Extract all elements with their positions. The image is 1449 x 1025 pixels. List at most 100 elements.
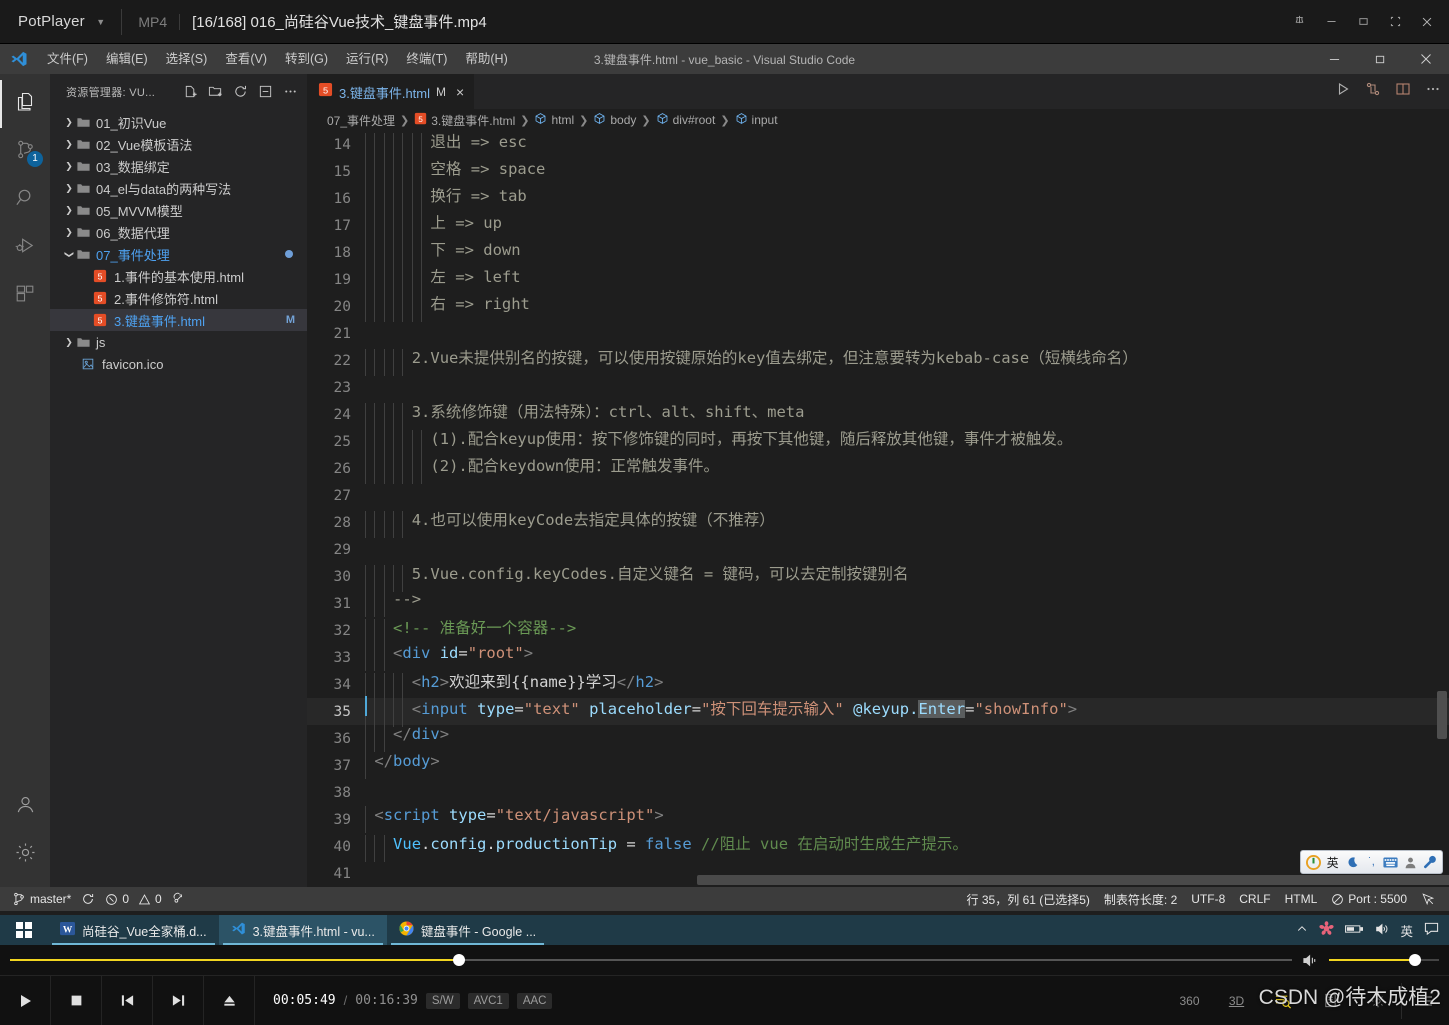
activitybar-item-search[interactable] <box>0 176 50 224</box>
menu-terminal[interactable]: 终端(T) <box>397 44 456 74</box>
new-file-icon[interactable] <box>179 81 201 103</box>
breadcrumb-item-div-root[interactable]: div#root <box>656 112 715 128</box>
status-eol[interactable]: CRLF <box>1239 892 1270 906</box>
code-line[interactable]: 15 空格 => space <box>307 158 1449 187</box>
code-line[interactable]: 14 退出 => esc <box>307 131 1449 160</box>
moon-icon[interactable] <box>1344 853 1360 871</box>
code-line[interactable]: 31 --> <box>307 590 1449 617</box>
tree-file-3-selected[interactable]: 5 3.键盘事件.html M <box>50 309 307 331</box>
status-git-branch[interactable]: master* <box>12 892 71 906</box>
editor-hscrollbar[interactable] <box>637 875 1449 887</box>
tree-folder-02[interactable]: ❯ 02_Vue模板语法 <box>50 133 307 155</box>
keyboard-icon[interactable] <box>1383 853 1399 871</box>
code-line[interactable]: 38 <box>307 779 1449 806</box>
chip-decoder[interactable]: S/W <box>425 992 460 1009</box>
menu-file[interactable]: 文件(F) <box>38 44 97 74</box>
stop-icon[interactable] <box>51 975 102 1025</box>
next-icon[interactable] <box>153 975 204 1025</box>
volume-slider[interactable] <box>1329 945 1439 975</box>
activitybar-item-extensions[interactable] <box>0 272 50 320</box>
chevron-up-icon[interactable] <box>1296 923 1308 938</box>
volume-handle[interactable] <box>1408 954 1421 966</box>
minimize-icon[interactable] <box>1311 44 1357 74</box>
menu-go[interactable]: 转到(G) <box>276 44 337 74</box>
tree-file-1[interactable]: 5 1.事件的基本使用.html <box>50 265 307 287</box>
close-icon[interactable] <box>1411 0 1443 44</box>
menu-run[interactable]: 运行(R) <box>337 44 397 74</box>
action-center-icon[interactable] <box>1424 921 1439 939</box>
status-live-server-port[interactable]: Port : 5500 <box>1331 892 1407 906</box>
minimize-icon[interactable] <box>1315 0 1347 44</box>
code-line[interactable]: 30 5.Vue.config.keyCodes.自定义键名 = 键码，可以去定… <box>307 563 1449 592</box>
scrollbar-thumb[interactable] <box>1437 691 1447 739</box>
code-line[interactable]: 23 <box>307 374 1449 401</box>
breadcrumb-item-body[interactable]: body <box>593 112 636 128</box>
windows-start-icon[interactable] <box>0 915 48 945</box>
activitybar-item-accounts[interactable] <box>0 783 50 831</box>
code-line[interactable]: 29 <box>307 536 1449 563</box>
code-line[interactable]: 21 <box>307 320 1449 347</box>
chevron-down-icon[interactable]: ▼ <box>96 17 105 27</box>
code-line[interactable]: 39 <script type="text/javascript"> <box>307 806 1449 833</box>
playlist-search-icon[interactable] <box>1260 976 1307 1025</box>
editor-scrollbar[interactable] <box>1435 131 1449 887</box>
activitybar-item-source-control[interactable]: 1 <box>0 128 50 176</box>
split-editor-icon[interactable] <box>1395 81 1411 102</box>
status-ports[interactable] <box>172 892 186 906</box>
code-line[interactable]: 18 下 => down <box>307 239 1449 268</box>
ime-language-indicator[interactable]: 英 <box>1400 921 1413 940</box>
hscrollbar-thumb[interactable] <box>697 875 1449 885</box>
more-actions-icon[interactable] <box>279 81 301 103</box>
code-lines[interactable]: 14 退出 => esc 15 空格 => space 16 换行 => tab 17… <box>307 131 1449 887</box>
restore-icon[interactable] <box>1357 44 1403 74</box>
code-line[interactable]: 36 </div> <box>307 725 1449 752</box>
ime-toolbar[interactable]: 英 ˙, <box>1300 850 1443 874</box>
status-cursor-position[interactable]: 行 35，列 61 (已选择5) <box>967 891 1090 908</box>
seek-slider[interactable] <box>10 945 1292 975</box>
close-icon[interactable] <box>1403 44 1449 74</box>
3d-button[interactable]: 3D <box>1213 976 1260 1025</box>
tree-folder-04[interactable]: ❯ 04_el与data的两种写法 <box>50 177 307 199</box>
fullscreen-icon[interactable] <box>1379 0 1411 44</box>
volume-icon[interactable] <box>1302 953 1319 968</box>
code-line[interactable]: 19 左 => left <box>307 266 1449 295</box>
tools-icon[interactable] <box>1422 853 1438 871</box>
close-icon[interactable]: × <box>456 84 464 100</box>
vr360-button[interactable]: 360 <box>1166 976 1213 1025</box>
code-line[interactable]: 24 3.系统修饰键（用法特殊）：ctrl、alt、shift、meta <box>307 401 1449 430</box>
previous-icon[interactable] <box>102 975 153 1025</box>
status-language-mode[interactable]: HTML <box>1285 892 1318 906</box>
menu-selection[interactable]: 选择(S) <box>157 44 217 74</box>
tab-keyboard-events-html[interactable]: 5 3.键盘事件.html M × <box>307 74 475 109</box>
tree-file-2[interactable]: 5 2.事件修饰符.html <box>50 287 307 309</box>
code-line[interactable]: 33 <div id="root"> <box>307 644 1449 671</box>
collapse-all-icon[interactable] <box>254 81 276 103</box>
code-line[interactable]: 35 <input type="text" placeholder="按下回车提… <box>307 695 1449 727</box>
battery-icon[interactable] <box>1345 923 1364 938</box>
potplayer-logo[interactable]: PotPlayer ▼ <box>0 13 105 30</box>
more-menu-icon[interactable] <box>1402 976 1449 1025</box>
punctuation-icon[interactable]: ˙, <box>1363 853 1379 871</box>
tree-folder-01[interactable]: ❯ 01_初识Vue <box>50 111 307 133</box>
code-line[interactable]: 17 上 => up <box>307 212 1449 241</box>
code-line[interactable]: 27 <box>307 482 1449 509</box>
breadcrumb-item-file[interactable]: 5 3.键盘事件.html <box>414 112 515 129</box>
menu-view[interactable]: 查看(V) <box>216 44 276 74</box>
eject-icon[interactable] <box>204 975 255 1025</box>
chip-audio-codec[interactable]: AAC <box>516 992 553 1009</box>
taskbar-item-chrome[interactable]: 键盘事件 - Google ... <box>387 915 548 945</box>
tree-folder-js[interactable]: ❯ js <box>50 331 307 353</box>
status-tab-size[interactable]: 制表符长度: 2 <box>1104 891 1177 908</box>
playlist-icon[interactable] <box>1307 976 1354 1025</box>
menu-help[interactable]: 帮助(H) <box>456 44 516 74</box>
user-icon[interactable] <box>1402 853 1418 871</box>
sogou-logo-icon[interactable] <box>1305 853 1321 871</box>
breadcrumb-item-input[interactable]: input <box>735 112 778 128</box>
tree-file-favicon[interactable]: favicon.ico <box>50 353 307 375</box>
status-feedback[interactable] <box>1421 892 1435 906</box>
code-line[interactable]: 34 <h2>欢迎来到{{name}}学习</h2> <box>307 671 1449 700</box>
menu-edit[interactable]: 编辑(E) <box>97 44 157 74</box>
pin-icon[interactable] <box>1283 0 1315 44</box>
new-folder-icon[interactable] <box>204 81 226 103</box>
code-line[interactable]: 22 2.Vue未提供别名的按键，可以使用按键原始的key值去绑定，但注意要转为… <box>307 347 1449 376</box>
